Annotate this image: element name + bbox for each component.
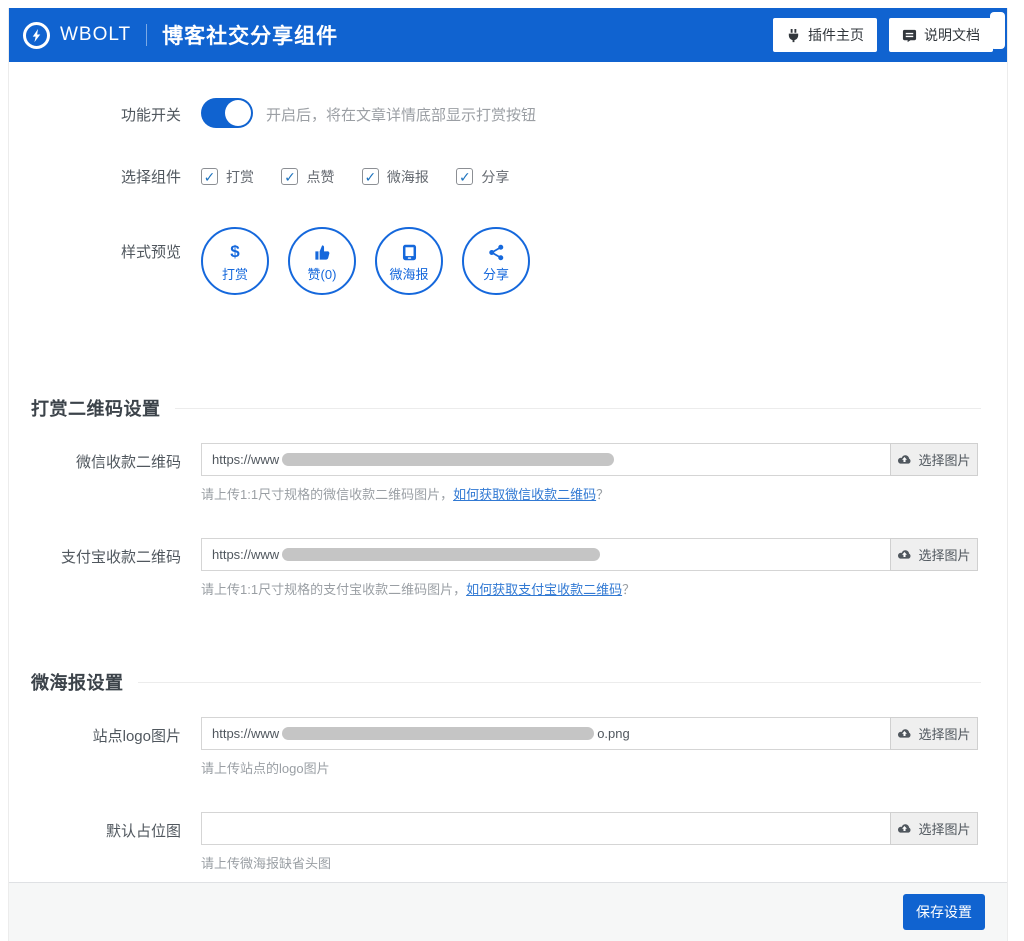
checkbox-checked-icon: ✓ [201,168,218,185]
page-title: 博客社交分享组件 [162,20,338,50]
default-placeholder-label: 默认占位图 [31,812,181,869]
field-default-placeholder: 默认占位图 选择图片 请上传微海报缺省头图 [31,812,981,869]
row-feature-toggle: 功能开关 开启后，将在文章详情底部显示打赏按钮 [31,98,981,128]
preview-poster-button[interactable]: 微海报 [375,227,443,295]
default-placeholder-help: 请上传微海报缺省头图 [201,853,981,869]
preview-label: 分享 [483,264,509,283]
field-wechat-qr: 微信收款二维码 https://www 选择图片 [31,443,981,500]
section-qr-settings: 打赏二维码设置 [31,397,981,419]
section-title: 打赏二维码设置 [31,395,161,421]
components-group: ✓ 打赏 ✓ 点赞 ✓ 微海报 ✓ 分享 [201,167,532,187]
checkbox-label: 点赞 [306,167,334,187]
section-divider [138,682,982,683]
wechat-qr-help-link[interactable]: 如何获取微信收款二维码 [453,487,596,502]
section-divider [175,408,982,409]
checkbox-label: 打赏 [226,167,254,187]
wechat-qr-choose-image-button[interactable]: 选择图片 [890,443,978,476]
share-icon [487,240,506,262]
settings-form: 功能开关 开启后，将在文章详情底部显示打赏按钮 选择组件 ✓ 打赏 ✓ 点赞 [9,62,1007,882]
url-prefix: https://www [212,726,279,741]
choose-image-label: 选择图片 [918,724,970,743]
choose-image-label: 选择图片 [918,450,970,469]
checkbox-checked-icon: ✓ [281,168,298,185]
docs-button[interactable]: 说明文档 [889,18,993,52]
site-logo-help: 请上传站点的logo图片 [201,758,981,774]
wbolt-logo-icon [23,22,50,49]
preview-label: 赞(0) [308,264,337,283]
plugin-home-button[interactable]: 插件主页 [773,18,877,52]
plugin-settings-page: WBOLT 博客社交分享组件 插件主页 说明文档 功能开关 [0,0,1024,941]
checkbox-checked-icon: ✓ [362,168,379,185]
feature-toggle-switch[interactable] [201,98,253,128]
components-label: 选择组件 [31,166,181,187]
alipay-qr-input[interactable]: https://www [201,538,891,571]
url-suffix: o.png [597,726,630,741]
footer-bar: 保存设置 [9,882,1007,941]
section-poster-settings: 微海报设置 [31,671,981,693]
checkbox-label: 分享 [481,167,509,187]
plugin-home-label: 插件主页 [808,25,864,45]
section-title: 微海报设置 [31,669,124,695]
checkbox-label: 微海报 [387,167,429,187]
field-site-logo: 站点logo图片 https://www o.png 选择图片 [31,717,981,774]
alipay-qr-help: 请上传1:1尺寸规格的支付宝收款二维码图片，如何获取支付宝收款二维码？ [201,579,981,595]
save-settings-button[interactable]: 保存设置 [903,894,985,930]
component-checkbox-reward[interactable]: ✓ 打赏 [201,167,254,187]
app-header: WBOLT 博客社交分享组件 插件主页 说明文档 [9,8,1007,62]
alipay-qr-help-link[interactable]: 如何获取支付宝收款二维码 [466,582,622,597]
poster-icon [400,240,419,262]
dollar-icon: $ [230,240,239,262]
row-components: 选择组件 ✓ 打赏 ✓ 点赞 ✓ 微海报 ✓ [31,166,981,187]
site-logo-input[interactable]: https://www o.png [201,717,891,750]
url-prefix: https://www [212,452,279,467]
preview-reward-button[interactable]: $ 打赏 [201,227,269,295]
document-icon [902,28,917,43]
site-logo-choose-image-button[interactable]: 选择图片 [890,717,978,750]
toggle-knob [225,100,251,126]
cloud-upload-icon [897,452,912,467]
preview-label: 微海报 [389,264,428,283]
component-checkbox-share[interactable]: ✓ 分享 [456,167,509,187]
wechat-qr-help: 请上传1:1尺寸规格的微信收款二维码图片，如何获取微信收款二维码？ [201,484,981,500]
choose-image-label: 选择图片 [918,545,970,564]
wechat-qr-input[interactable]: https://www [201,443,891,476]
field-alipay-qr: 支付宝收款二维码 https://www 选择图片 [31,538,981,595]
scrollbar-thumb[interactable] [990,12,1005,49]
redacted-url [282,548,600,561]
brand-name: WBOLT [60,24,131,46]
docs-label: 说明文档 [924,25,980,45]
cloud-upload-icon [897,547,912,562]
feature-toggle-hint: 开启后，将在文章详情底部显示打赏按钮 [266,98,536,128]
checkbox-checked-icon: ✓ [456,168,473,185]
preview-like-button[interactable]: 赞(0) [288,227,356,295]
default-placeholder-choose-image-button[interactable]: 选择图片 [890,812,978,845]
choose-image-label: 选择图片 [918,819,970,838]
feature-toggle-label: 功能开关 [31,98,181,128]
preview-share-button[interactable]: 分享 [462,227,530,295]
url-prefix: https://www [212,547,279,562]
settings-container: WBOLT 博客社交分享组件 插件主页 说明文档 功能开关 [8,8,1008,941]
plug-icon [786,28,801,43]
component-checkbox-like[interactable]: ✓ 点赞 [281,167,334,187]
redacted-url [282,453,614,466]
header-divider [146,24,147,46]
component-checkbox-poster[interactable]: ✓ 微海报 [362,167,429,187]
redacted-url [282,727,594,740]
style-preview-label: 样式预览 [31,227,181,295]
cloud-upload-icon [897,821,912,836]
cloud-upload-icon [897,726,912,741]
alipay-qr-label: 支付宝收款二维码 [31,538,181,595]
header-actions: 插件主页 说明文档 [773,18,993,52]
wechat-qr-label: 微信收款二维码 [31,443,181,500]
preview-buttons: $ 打赏 赞(0) 微海报 [201,227,530,295]
default-placeholder-input[interactable] [201,812,891,845]
row-style-preview: 样式预览 $ 打赏 赞(0) [31,227,981,295]
preview-label: 打赏 [222,264,248,283]
thumbs-up-icon [313,240,332,262]
alipay-qr-choose-image-button[interactable]: 选择图片 [890,538,978,571]
brand: WBOLT 博客社交分享组件 [23,20,338,50]
site-logo-label: 站点logo图片 [31,717,181,774]
